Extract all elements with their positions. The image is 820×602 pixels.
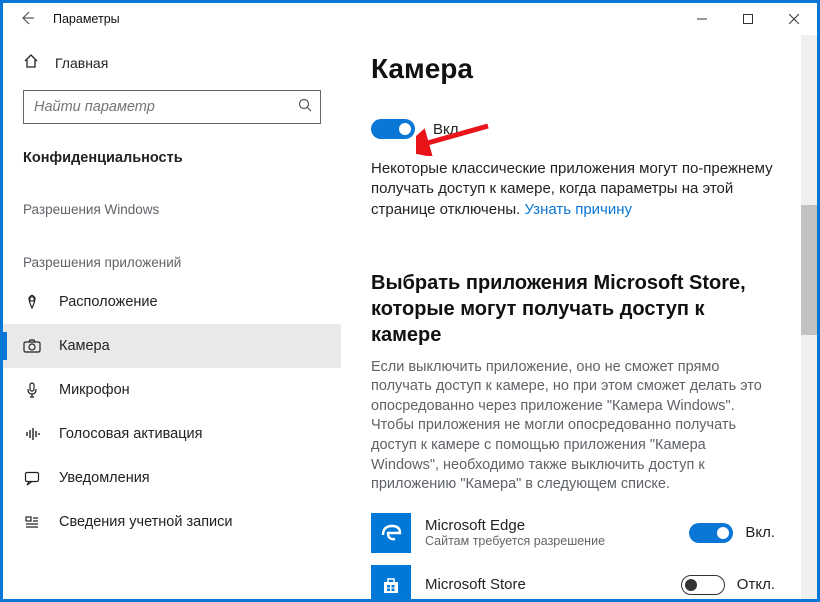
sidebar-item-notifications[interactable]: Уведомления <box>3 456 341 500</box>
nav-label: Сведения учетной записи <box>59 514 233 530</box>
group-app-permissions: Разрешения приложений <box>3 249 341 280</box>
app-row-edge: Microsoft Edge Сайтам требуется разрешен… <box>371 513 775 553</box>
search-icon <box>298 98 312 116</box>
minimize-button[interactable] <box>679 3 725 35</box>
sidebar-item-location[interactable]: Расположение <box>3 280 341 324</box>
nav-label: Камера <box>59 338 110 354</box>
nav-label: Микрофон <box>59 382 130 398</box>
search-box[interactable] <box>23 90 321 124</box>
home-link[interactable]: Главная <box>3 45 341 80</box>
camera-access-toggle[interactable] <box>371 119 415 139</box>
toggle-state-label: Вкл. <box>433 121 463 138</box>
app-name: Microsoft Edge <box>425 517 689 534</box>
titlebar: Параметры <box>3 3 817 35</box>
sidebar-item-account-info[interactable]: Сведения учетной записи <box>3 500 341 544</box>
search-input[interactable] <box>34 99 298 115</box>
group-windows-permissions: Разрешения Windows <box>3 196 341 227</box>
app-subtext: Сайтам требуется разрешение <box>425 534 689 548</box>
maximize-button[interactable] <box>725 3 771 35</box>
account-icon <box>23 514 41 530</box>
section-description: Если выключить приложение, оно не сможет… <box>371 358 775 495</box>
section-heading: Выбрать приложения Microsoft Store, кото… <box>371 270 775 348</box>
nav-label: Голосовая активация <box>59 426 202 442</box>
sidebar-item-microphone[interactable]: Микрофон <box>3 368 341 412</box>
page-title: Камера <box>371 53 775 85</box>
window-title: Параметры <box>53 12 120 26</box>
settings-window: Параметры Главная Конфиденциальность Раз… <box>0 0 820 602</box>
sidebar-item-voice-activation[interactable]: Голосовая активация <box>3 412 341 456</box>
nav-label: Расположение <box>59 294 158 310</box>
main-content: Камера Вкл. Некоторые классические прило… <box>341 35 817 599</box>
home-label: Главная <box>55 55 108 71</box>
scrollbar-thumb[interactable] <box>801 205 817 335</box>
notifications-icon <box>23 470 41 486</box>
app-name: Microsoft Store <box>425 576 681 593</box>
sidebar-item-camera[interactable]: Камера <box>3 324 341 368</box>
store-icon <box>371 565 411 599</box>
microphone-icon <box>23 382 41 398</box>
notice-text: Некоторые классические приложения могут … <box>371 159 775 220</box>
nav-label: Уведомления <box>59 470 150 486</box>
sidebar: Главная Конфиденциальность Разрешения Wi… <box>3 35 341 599</box>
app-row-store: Microsoft Store Откл. <box>371 565 775 599</box>
learn-why-link[interactable]: Узнать причину <box>525 201 633 218</box>
location-icon <box>23 294 41 310</box>
back-icon[interactable] <box>19 10 37 29</box>
camera-icon <box>23 338 41 354</box>
voice-icon <box>23 426 41 442</box>
app-toggle-edge[interactable] <box>689 523 733 543</box>
scrollbar[interactable] <box>801 35 817 599</box>
app-toggle-store[interactable] <box>681 575 725 595</box>
edge-icon <box>371 513 411 553</box>
nav-list: Расположение Камера Микрофон Голосовая а… <box>3 280 341 599</box>
category-heading: Конфиденциальность <box>3 142 341 174</box>
close-button[interactable] <box>771 3 817 35</box>
toggle-state: Вкл. <box>745 524 775 541</box>
toggle-state: Откл. <box>737 576 775 593</box>
home-icon <box>23 53 39 72</box>
